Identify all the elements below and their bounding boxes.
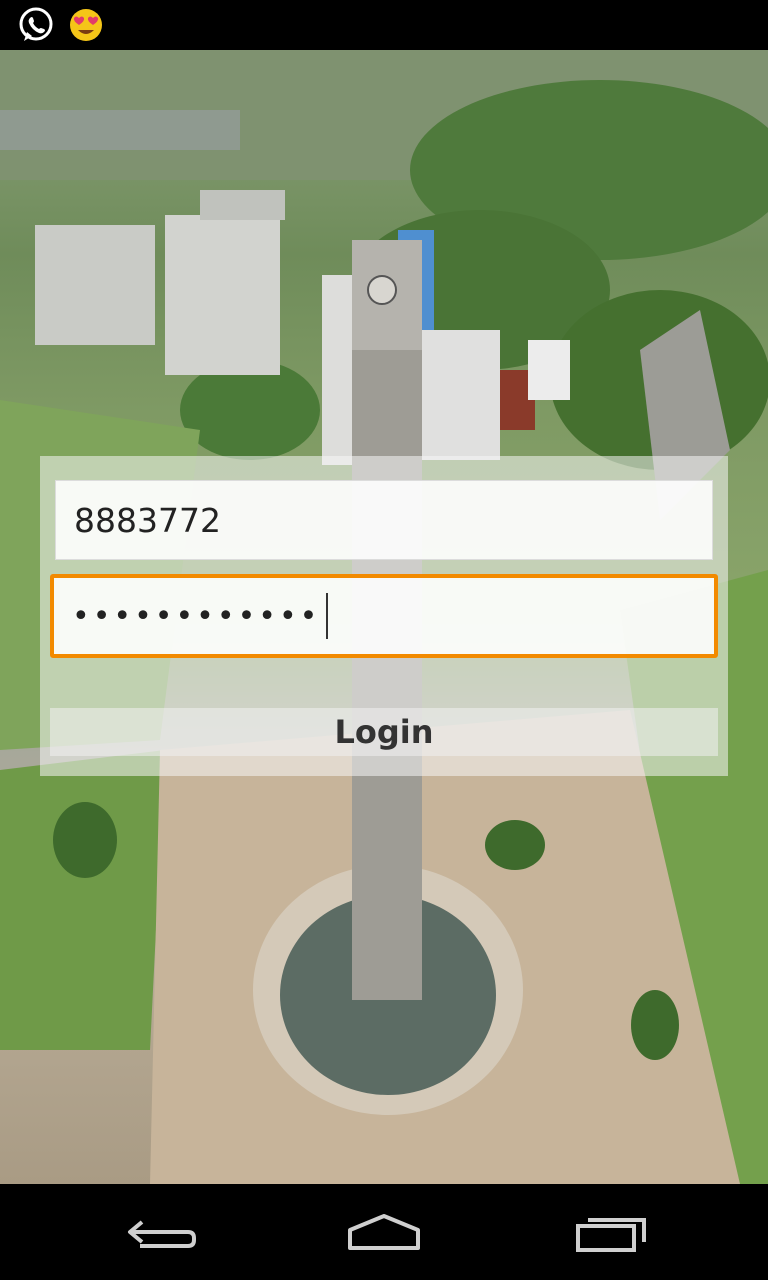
status-bar — [0, 0, 768, 50]
heart-eyes-emoji-icon — [66, 5, 106, 45]
username-field[interactable]: 8883772 — [55, 480, 713, 560]
login-button[interactable]: Login — [50, 708, 718, 756]
recent-apps-icon[interactable] — [560, 1202, 660, 1262]
navigation-bar — [0, 1184, 768, 1280]
login-panel: 8883772 •••••••••••• Login — [40, 456, 728, 776]
password-field[interactable]: •••••••••••• — [50, 574, 718, 658]
password-value: •••••••••••• — [72, 598, 321, 634]
back-icon[interactable] — [110, 1202, 210, 1262]
text-cursor — [326, 593, 329, 639]
username-value: 8883772 — [74, 500, 221, 540]
home-icon[interactable] — [334, 1202, 434, 1262]
whatsapp-icon — [16, 5, 56, 45]
